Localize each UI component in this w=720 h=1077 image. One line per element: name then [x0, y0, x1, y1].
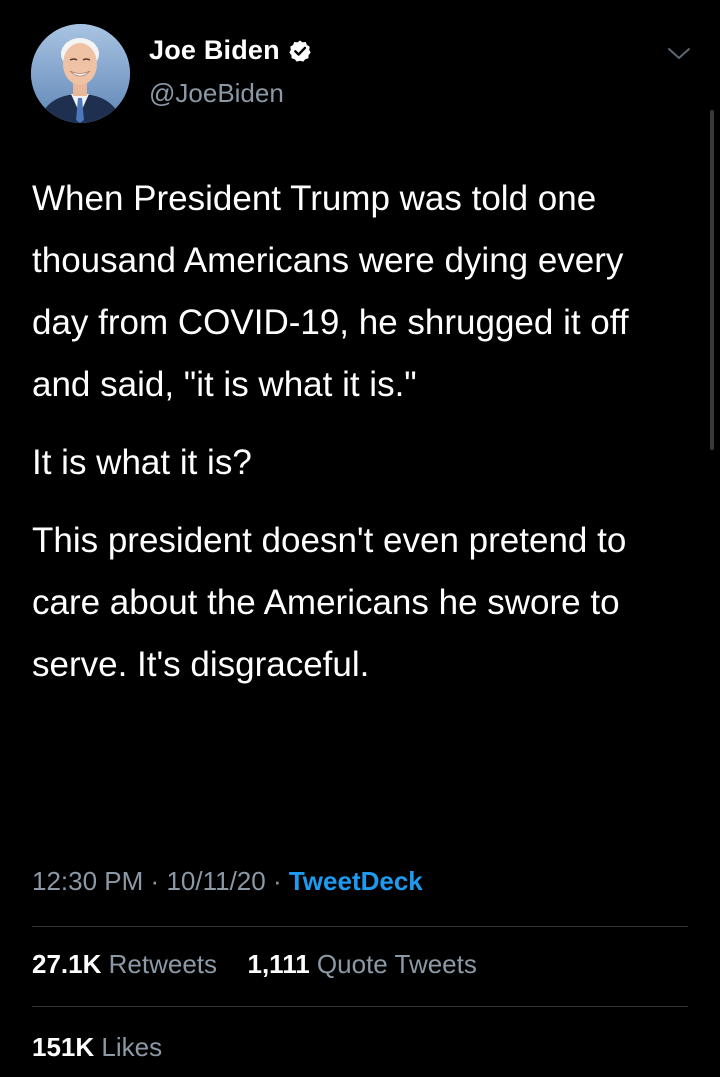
tweet-paragraph: It is what it is? — [32, 443, 252, 482]
likes-count: 151K — [32, 1032, 95, 1062]
tweet-paragraph: This president doesn't even pretend to c… — [32, 521, 627, 684]
verified-badge-icon — [288, 39, 312, 63]
meta-separator: · — [272, 866, 282, 896]
tweet-meta: 12:30 PM · 10/11/20 · TweetDeck — [32, 866, 423, 897]
chevron-down-icon[interactable] — [664, 44, 694, 64]
author-name-row[interactable]: Joe Biden — [149, 35, 312, 66]
author-display-name[interactable]: Joe Biden — [149, 35, 280, 66]
divider — [32, 1006, 688, 1007]
quote-tweets-count: 1,111 — [247, 949, 310, 979]
avatar[interactable] — [31, 24, 130, 123]
author-handle[interactable]: @JoeBiden — [149, 78, 284, 109]
retweets-stat[interactable]: 27.1K Retweets — [32, 949, 224, 979]
retweets-label: Retweets — [108, 949, 218, 979]
engagement-stats-row: 27.1K Retweets 1,111 Quote Tweets — [32, 949, 477, 980]
quote-tweets-stat[interactable]: 1,111 Quote Tweets — [247, 949, 476, 979]
quote-tweets-label: Quote Tweets — [316, 949, 477, 979]
likes-stat[interactable]: 151K Likes — [32, 1032, 162, 1062]
tweet-source-link[interactable]: TweetDeck — [289, 866, 423, 896]
tweet-date[interactable]: 10/11/20 — [166, 866, 265, 896]
divider — [32, 926, 688, 927]
tweet-time[interactable]: 12:30 PM — [32, 866, 143, 896]
tweet-detail: Joe Biden @JoeBiden When President Trump… — [0, 0, 720, 1077]
likes-stats-row: 151K Likes — [32, 1032, 162, 1063]
tweet-paragraph: When President Trump was told one thousa… — [32, 179, 629, 404]
retweets-count: 27.1K — [32, 949, 102, 979]
tweet-text: When President Trump was told one thousa… — [32, 168, 682, 712]
scrollbar-thumb[interactable] — [710, 110, 714, 450]
likes-label: Likes — [101, 1032, 163, 1062]
meta-separator: · — [150, 866, 160, 896]
profile-photo-icon — [31, 24, 130, 123]
